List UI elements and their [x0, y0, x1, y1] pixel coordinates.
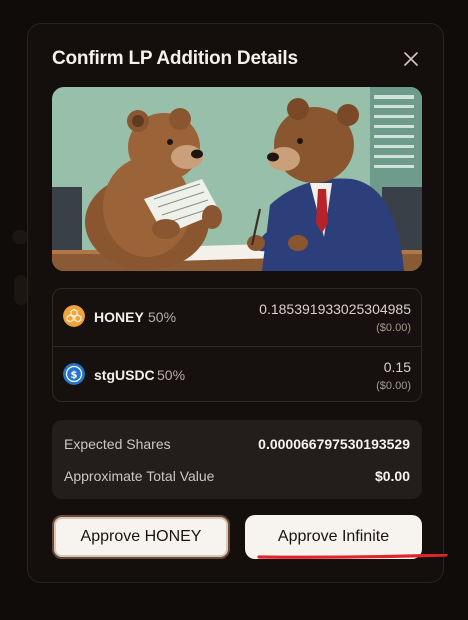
token-amount: 0.15 [383, 359, 411, 375]
svg-text:$: $ [71, 370, 78, 381]
close-icon [404, 52, 418, 66]
expected-shares-value: 0.000066797530193529 [258, 436, 410, 452]
honey-token-icon [63, 305, 85, 327]
token-percent: 50% [148, 309, 177, 325]
backdrop-blob [12, 230, 28, 244]
modal-title: Confirm LP Addition Details [52, 48, 298, 69]
token-percent: 50% [157, 367, 186, 383]
bears-illustration [52, 87, 422, 271]
approve-infinite-button[interactable]: Approve Infinite [245, 515, 422, 559]
summary-panel: Expected Shares 0.000066797530193529 App… [52, 420, 422, 499]
total-value-label: Approximate Total Value [64, 468, 215, 484]
backdrop-blob [14, 275, 28, 305]
token-list: HONEY 50% 0.185391933025304985 ($0.00) $… [52, 288, 422, 402]
token-row-stgusdc: $ stgUSDC 50% 0.15 ($0.00) [53, 346, 421, 403]
close-button[interactable] [400, 48, 422, 70]
expected-shares-label: Expected Shares [64, 436, 171, 452]
token-amount: 0.185391933025304985 [259, 301, 411, 317]
red-annotation-underline [257, 554, 448, 559]
token-usd-value: ($0.00) [376, 380, 411, 392]
confirm-lp-modal: Confirm LP Addition Details HONEY 50% 0.… [27, 23, 444, 583]
token-row-honey: HONEY 50% 0.185391933025304985 ($0.00) [53, 289, 421, 346]
token-symbol: stgUSDC [94, 367, 155, 383]
total-value-value: $0.00 [374, 468, 410, 484]
approve-honey-button[interactable]: Approve HONEY [52, 515, 230, 559]
usdc-token-icon: $ [63, 363, 85, 385]
token-symbol: HONEY [94, 309, 144, 325]
token-usd-value: ($0.00) [376, 322, 411, 334]
